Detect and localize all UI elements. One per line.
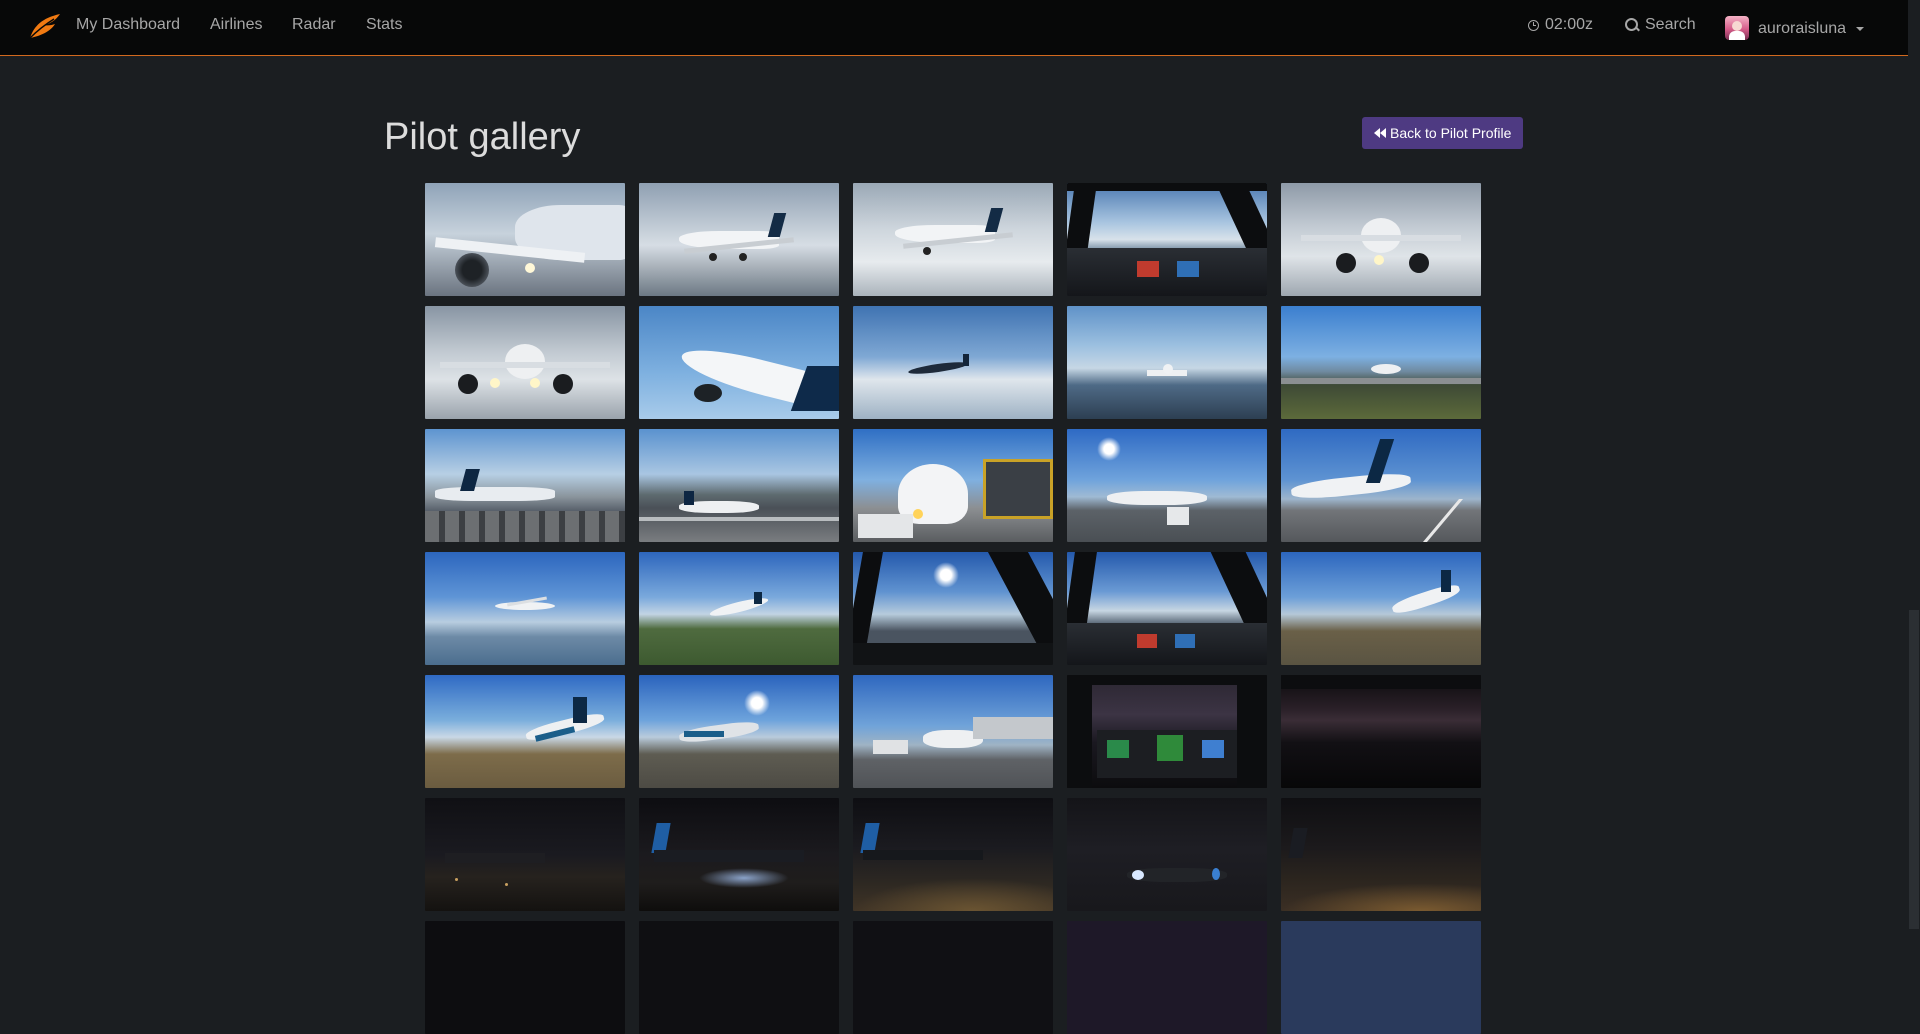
- page-title: Pilot gallery: [384, 116, 581, 158]
- gallery-thumbnail[interactable]: [853, 552, 1053, 665]
- gallery-thumbnail[interactable]: [1281, 429, 1481, 542]
- avatar: [1725, 16, 1749, 40]
- nav-my-dashboard[interactable]: My Dashboard: [76, 16, 180, 34]
- gallery-thumbnail[interactable]: [1281, 183, 1481, 296]
- gallery-thumbnail[interactable]: [425, 552, 625, 665]
- backward-icon: [1374, 128, 1386, 138]
- gallery-thumbnail[interactable]: [425, 429, 625, 542]
- gallery-thumbnail[interactable]: [1067, 798, 1267, 911]
- scrollbar-thumb[interactable]: [1909, 610, 1919, 929]
- top-navbar: My Dashboard Airlines Radar Stats 02:00z…: [0, 0, 1908, 56]
- nav-airlines[interactable]: Airlines: [210, 16, 262, 34]
- gallery-thumbnail[interactable]: [1067, 552, 1267, 665]
- username: auroraisluna: [1758, 19, 1847, 37]
- gallery-thumbnail[interactable]: [853, 306, 1053, 419]
- utc-clock-text: 02:00z: [1545, 16, 1594, 33]
- gallery-thumbnail[interactable]: [639, 552, 839, 665]
- gallery-thumbnail[interactable]: [639, 429, 839, 542]
- gallery-thumbnail[interactable]: [1067, 675, 1267, 788]
- gallery-thumbnail[interactable]: [853, 798, 1053, 911]
- gallery-thumbnail[interactable]: [425, 183, 625, 296]
- gallery-thumbnail[interactable]: [425, 675, 625, 788]
- gallery-thumbnail[interactable]: [639, 183, 839, 296]
- back-to-pilot-profile-button[interactable]: Back to Pilot Profile: [1362, 117, 1524, 149]
- chevron-down-icon: [1856, 26, 1865, 31]
- gallery-thumbnail[interactable]: [1281, 675, 1481, 788]
- utc-clock: 02:00z: [1528, 16, 1593, 34]
- back-button-label: Back to Pilot Profile: [1390, 125, 1512, 141]
- nav-radar[interactable]: Radar: [292, 16, 336, 34]
- nav-stats[interactable]: Stats: [366, 16, 402, 34]
- gallery-thumbnail[interactable]: [853, 429, 1053, 542]
- gallery-thumbnail[interactable]: [639, 921, 839, 1034]
- gallery-thumbnail[interactable]: [1281, 306, 1481, 419]
- gallery-thumbnail[interactable]: [639, 306, 839, 419]
- gallery-thumbnail[interactable]: [1281, 798, 1481, 911]
- gallery-thumbnail[interactable]: [639, 675, 839, 788]
- gallery-thumbnail[interactable]: [425, 921, 625, 1034]
- gallery-thumbnail[interactable]: [853, 675, 1053, 788]
- feather-logo-icon[interactable]: [28, 12, 62, 40]
- gallery-thumbnail[interactable]: [1067, 429, 1267, 542]
- search-label: Search: [1645, 16, 1696, 33]
- gallery-thumbnail[interactable]: [425, 798, 625, 911]
- gallery-thumbnail[interactable]: [639, 798, 839, 911]
- gallery-thumbnail[interactable]: [853, 921, 1053, 1034]
- search-icon: [1625, 17, 1638, 31]
- gallery-thumbnail[interactable]: [425, 306, 625, 419]
- gallery-thumbnail[interactable]: [1281, 921, 1481, 1034]
- search-link[interactable]: Search: [1625, 16, 1696, 34]
- photo-gallery: [425, 183, 1483, 1034]
- gallery-thumbnail[interactable]: [1281, 552, 1481, 665]
- clock-icon: [1528, 19, 1539, 31]
- gallery-thumbnail[interactable]: [1067, 183, 1267, 296]
- gallery-thumbnail[interactable]: [1067, 921, 1267, 1034]
- gallery-thumbnail[interactable]: [1067, 306, 1267, 419]
- gallery-thumbnail[interactable]: [853, 183, 1053, 296]
- user-menu[interactable]: auroraisluna: [1725, 14, 1865, 40]
